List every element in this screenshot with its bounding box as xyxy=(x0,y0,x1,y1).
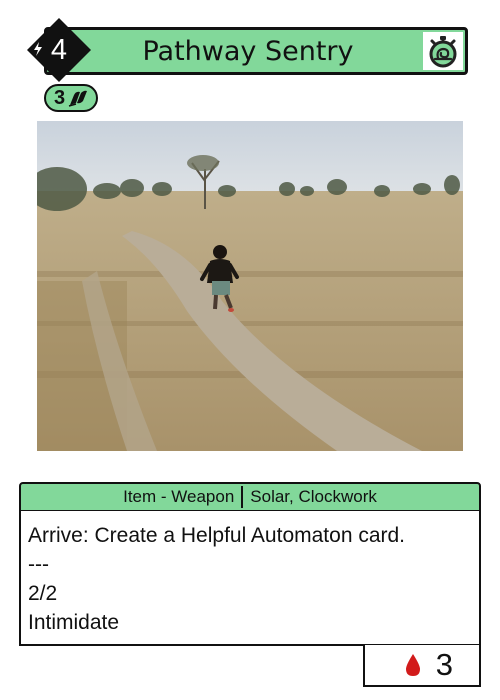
stat-value: 3 xyxy=(53,86,66,109)
card-artwork xyxy=(37,121,463,451)
card-cost: 4 xyxy=(50,33,68,66)
rules-text-box: Arrive: Create a Helpful Automaton card.… xyxy=(19,511,481,646)
type-line: Item - Weapon Solar, Clockwork xyxy=(19,482,481,512)
stat-badge: 3 xyxy=(44,84,98,112)
type-divider xyxy=(241,486,244,508)
blood-drop-icon xyxy=(405,654,420,676)
rules-line: --- xyxy=(28,553,49,576)
card-type: Item - Weapon xyxy=(123,487,235,506)
scroll-quill-icon xyxy=(68,90,88,107)
bottom-stat-box: 3 xyxy=(363,645,481,687)
card-title-bar: Pathway Sentry xyxy=(44,27,468,75)
bottom-value: 3 xyxy=(435,647,453,682)
card-subtypes: Solar, Clockwork xyxy=(250,487,377,506)
rules-line: 2/2 xyxy=(28,582,58,605)
rules-line: Arrive: Create a Helpful Automaton card. xyxy=(28,524,406,547)
rules-line: Intimidate xyxy=(28,611,120,634)
stopwatch-snail-icon xyxy=(423,32,463,70)
card-name: Pathway Sentry xyxy=(142,35,354,67)
